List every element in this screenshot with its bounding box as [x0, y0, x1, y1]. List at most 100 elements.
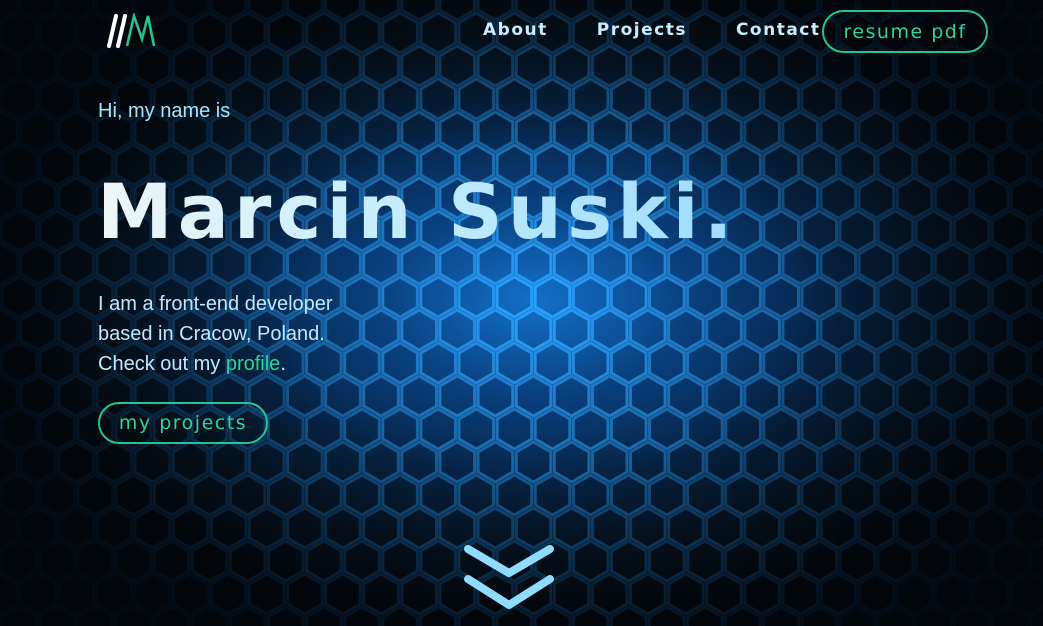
- mm-logo-icon[interactable]: [104, 13, 156, 49]
- hexagon-cell: [800, 209, 839, 253]
- nav-projects[interactable]: Projects: [597, 20, 687, 40]
- hexagon-cell: [152, 11, 191, 55]
- hexagon-cell: [95, 572, 134, 616]
- hexagon-cell: [571, 275, 610, 319]
- hexagon-cell: [876, 209, 915, 253]
- hexagon-cell: [609, 539, 648, 583]
- resume-pdf-button[interactable]: resume pdf: [822, 10, 988, 53]
- hexagon-cell: [533, 407, 572, 451]
- hexagon-cell: [343, 11, 381, 55]
- hexagon-cell: [190, 473, 229, 517]
- hexagon-cell: [895, 308, 934, 352]
- nav-contact[interactable]: Contact: [736, 20, 821, 40]
- hexagon-cell: [476, 374, 515, 418]
- hexagon-cell: [343, 407, 381, 451]
- hexagon-cell: [609, 407, 648, 451]
- hexagon-cell: [781, 176, 819, 220]
- hexagon-cell: [57, 440, 95, 484]
- hexagon-cell: [457, 473, 496, 517]
- hexagon-cell: [95, 44, 134, 88]
- hexagon-cell: [705, 572, 743, 616]
- hexagon-cell: [857, 110, 896, 154]
- hexagon-cell: [933, 440, 972, 484]
- hexagon-cell: [686, 275, 724, 319]
- hexagon-cell: [190, 539, 229, 583]
- profile-link[interactable]: profile: [226, 353, 280, 375]
- hexagon-cell: [971, 308, 1010, 352]
- hexagon-cell: [819, 176, 858, 220]
- hexagon-cell: [57, 506, 95, 550]
- hexagon-cell: [305, 407, 343, 451]
- hexagon-cell: [324, 572, 362, 616]
- hexagon-cell: [743, 506, 781, 550]
- hexagon-cell: [705, 374, 743, 418]
- hexagon-cell: [305, 473, 343, 517]
- hexagon-cell: [0, 209, 38, 253]
- hexagon-cell: [0, 11, 38, 55]
- hexagon-cell: [419, 407, 457, 451]
- hexagon-cell: [362, 572, 400, 616]
- hexagon-cell: [152, 539, 191, 583]
- hexagon-cell: [457, 77, 496, 121]
- hexagon-cell: [19, 506, 57, 550]
- hexagon-cell: [705, 308, 743, 352]
- hexagon-cell: [991, 275, 1029, 319]
- hexagon-cell: [857, 440, 896, 484]
- hexagon-cell: [952, 275, 991, 319]
- hexagon-cell: [286, 110, 324, 154]
- hexagon-cell: [781, 374, 819, 418]
- hexagon-cell: [686, 77, 724, 121]
- hexagon-cell: [76, 473, 115, 517]
- hexagon-cell: [305, 539, 343, 583]
- hero-name: Marcin Suski.: [97, 167, 738, 256]
- hexagon-cell: [952, 77, 991, 121]
- hexagon-cell: [686, 539, 724, 583]
- hexagon-cell: [343, 473, 381, 517]
- hexagon-cell: [933, 506, 972, 550]
- hexagon-cell: [971, 440, 1010, 484]
- hexagon-cell: [19, 242, 57, 286]
- hexagon-cell: [438, 110, 477, 154]
- hexagon-cell: [1010, 242, 1043, 286]
- hexagon-cell: [324, 440, 362, 484]
- hexagon-cell: [857, 176, 896, 220]
- hexagon-cell: [495, 77, 534, 121]
- hexagon-cell: [38, 209, 76, 253]
- hexagon-cell: [552, 44, 591, 88]
- hexagon-cell: [476, 308, 515, 352]
- hexagon-cell: [648, 539, 686, 583]
- hexagon-cell: [457, 341, 496, 385]
- hexagon-cell: [762, 209, 800, 253]
- hexagon-cell: [495, 473, 534, 517]
- double-chevron-down-icon[interactable]: [462, 543, 556, 615]
- intro-line-3: Check out my profile.: [98, 349, 418, 379]
- hexagon-cell: [667, 374, 705, 418]
- hexagon-cell: [876, 275, 915, 319]
- intro-line-3-prefix: Check out my: [98, 353, 226, 375]
- hexagon-cell: [895, 572, 934, 616]
- hexagon-cell: [743, 176, 781, 220]
- hexagon-cell: [743, 44, 781, 88]
- hexagon-cell: [419, 473, 457, 517]
- page: About Projects Contact resume pdf Hi, my…: [0, 0, 1043, 626]
- hexagon-cell: [171, 440, 210, 484]
- hexagon-cell: [228, 539, 267, 583]
- hexagon-cell: [952, 341, 991, 385]
- hexagon-cell: [533, 341, 572, 385]
- hexagon-cell: [19, 110, 57, 154]
- hexagon-cell: [438, 506, 477, 550]
- nav-about[interactable]: About: [483, 20, 548, 40]
- hexagon-cell: [781, 44, 819, 88]
- hexagon-cell: [457, 275, 496, 319]
- hexagon-cell: [133, 506, 172, 550]
- my-projects-button[interactable]: my projects: [98, 402, 268, 444]
- hexagon-cell: [743, 110, 781, 154]
- hexagon-cell: [971, 374, 1010, 418]
- hexagon-cell: [247, 440, 286, 484]
- hexagon-cell: [19, 308, 57, 352]
- hexagon-cell: [533, 77, 572, 121]
- hexagon-cell: [38, 539, 76, 583]
- hexagon-cell: [0, 341, 38, 385]
- hexagon-cell: [991, 11, 1029, 55]
- hexagon-cell: [552, 110, 591, 154]
